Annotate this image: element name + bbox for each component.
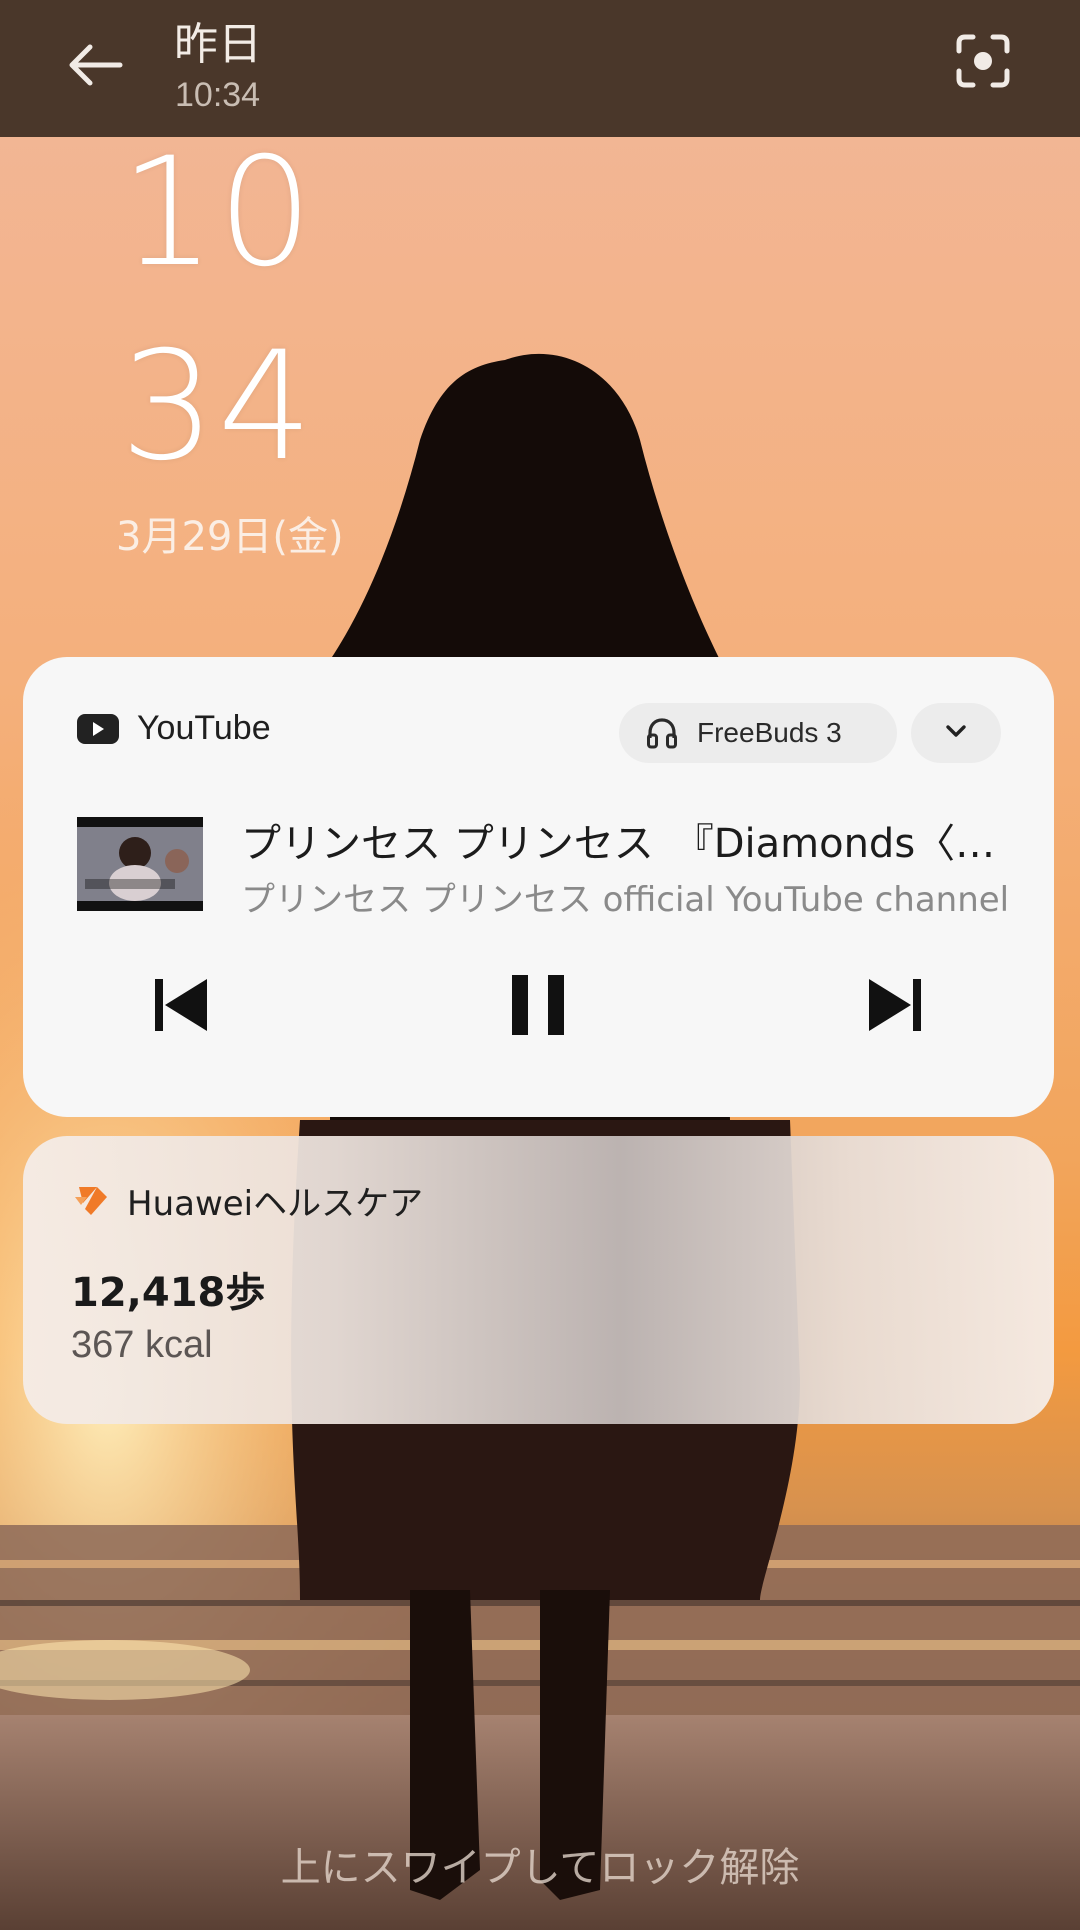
screen-scan-icon: [955, 33, 1011, 93]
page-subtitle-time: 10:34: [175, 76, 261, 114]
media-player-card[interactable]: YouTube FreeBuds 3 プリンセス プリンセス 『Diamonds…: [23, 657, 1054, 1117]
top-app-bar: 昨日 10:34: [0, 0, 1080, 137]
step-count: 12,418歩: [71, 1270, 266, 1316]
health-app-header: Huaweiヘルスケア: [71, 1176, 423, 1225]
screen-scan-button[interactable]: [940, 20, 1026, 106]
expand-button[interactable]: [911, 703, 1001, 763]
clock-minute: 34: [120, 320, 315, 494]
pause-icon: [510, 973, 566, 1041]
clock-hour: 10: [120, 126, 315, 300]
health-app-name: Huaweiヘルスケア: [127, 1184, 424, 1224]
health-widget-card[interactable]: Huaweiヘルスケア 12,418歩 367 kcal: [23, 1136, 1054, 1424]
output-device-chip[interactable]: FreeBuds 3: [619, 703, 897, 763]
arrow-left-icon: [66, 43, 124, 91]
back-button[interactable]: [52, 24, 138, 110]
calories-burned: 367 kcal: [71, 1324, 213, 1366]
skip-next-icon: [865, 975, 925, 1039]
output-device-name: FreeBuds 3: [697, 717, 842, 748]
track-thumbnail: [77, 817, 203, 911]
page-title: 昨日: [174, 19, 262, 70]
media-app-name: YouTube: [137, 709, 271, 747]
headphones-icon: [645, 716, 679, 750]
chevron-down-icon: [944, 723, 968, 743]
previous-track-button[interactable]: [131, 957, 231, 1057]
skip-previous-icon: [151, 975, 211, 1039]
huawei-health-icon: [71, 1183, 111, 1219]
pause-button[interactable]: [488, 957, 588, 1057]
swipe-to-unlock-hint: 上にスワイプしてロック解除: [280, 1845, 800, 1891]
track-title: プリンセス プリンセス 『Diamonds〈ダイアモンド〉』: [241, 821, 1011, 867]
next-track-button[interactable]: [845, 957, 945, 1057]
track-artist: プリンセス プリンセス official YouTube channel: [241, 880, 1010, 920]
youtube-icon: [77, 713, 119, 744]
media-app-header: YouTube: [77, 709, 271, 748]
clock-date: 3月29日(金): [116, 514, 344, 560]
